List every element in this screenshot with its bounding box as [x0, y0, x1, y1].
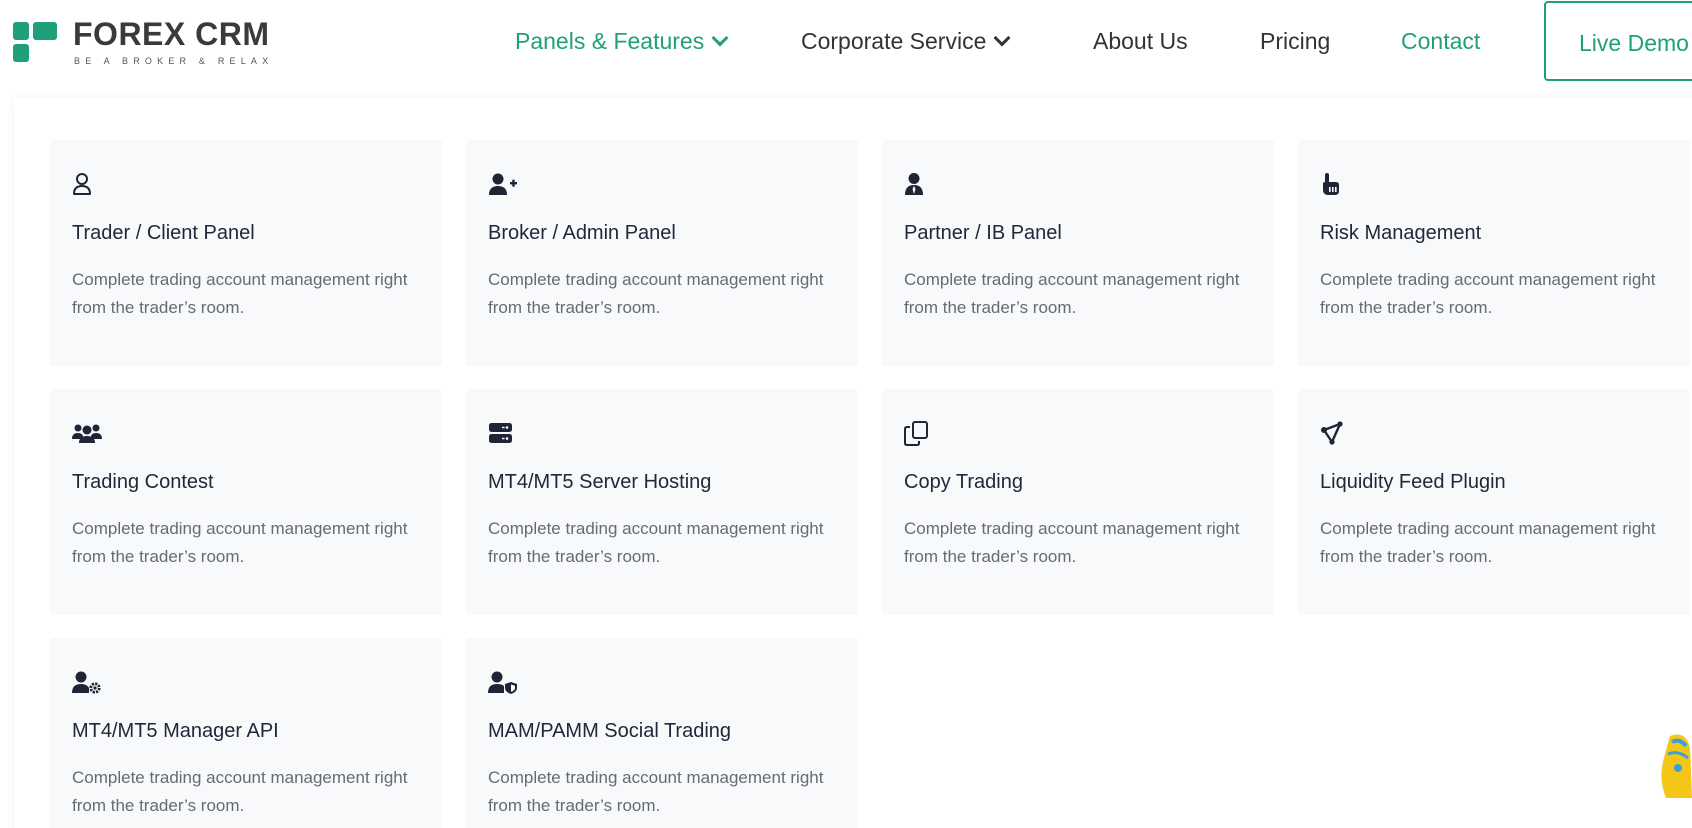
nav-item-label: Corporate Service: [801, 28, 987, 54]
feature-card-mt4-mt5-manager-api[interactable]: MT4/MT5 Manager API Complete trading acc…: [50, 638, 442, 828]
feature-description: Complete trading account management righ…: [72, 519, 408, 566]
feature-title: Copy Trading: [904, 471, 1023, 493]
nav-item-panels-features[interactable]: Panels & Features: [515, 28, 729, 55]
nav-item-pricing[interactable]: Pricing: [1260, 28, 1330, 55]
feature-title: Liquidity Feed Plugin: [1320, 471, 1506, 493]
feature-title: Trader / Client Panel: [72, 222, 255, 244]
chat-widget-mascot-icon[interactable]: [1656, 728, 1692, 798]
feature-description: Complete trading account management righ…: [488, 270, 824, 317]
feature-card-broker-admin-panel[interactable]: Broker / Admin Panel Complete trading ac…: [466, 140, 858, 366]
feature-description: Complete trading account management righ…: [72, 270, 408, 317]
user-outline-icon: [72, 172, 98, 198]
nav-item-label: Contact: [1401, 28, 1481, 54]
nav-item-label: Pricing: [1260, 28, 1331, 54]
feature-description: Complete trading account management righ…: [1320, 270, 1656, 317]
user-shield-icon: [488, 670, 517, 696]
feature-description: Complete trading account management righ…: [1320, 519, 1656, 566]
copy-icon: [904, 421, 930, 447]
hand-pointer-icon: [1320, 172, 1346, 198]
feature-description: Complete trading account management righ…: [904, 519, 1240, 566]
feature-description: Complete trading account management righ…: [72, 768, 408, 815]
user-tie-icon: [904, 172, 930, 198]
user-gear-icon: [72, 670, 101, 696]
site-header: FOREX CRM BE A BROKER & RELAX Panels & F…: [0, 0, 1692, 86]
chevron-down-icon: [993, 29, 1011, 47]
feature-card-partner-ib-panel[interactable]: Partner / IB Panel Complete trading acco…: [882, 140, 1274, 366]
feature-card-liquidity-feed-plugin[interactable]: Liquidity Feed Plugin Complete trading a…: [1298, 389, 1690, 615]
feature-title: MT4/MT5 Server Hosting: [488, 471, 712, 493]
features-dropdown-panel: Trader / Client Panel Complete trading a…: [14, 98, 1692, 828]
feature-title: Broker / Admin Panel: [488, 222, 676, 244]
nav-item-corporate-service[interactable]: Corporate Service: [801, 28, 1011, 55]
feature-description: Complete trading account management righ…: [488, 768, 824, 815]
feature-card-trading-contest[interactable]: Trading Contest Complete trading account…: [50, 389, 442, 615]
feature-card-risk-management[interactable]: Risk Management Complete trading account…: [1298, 140, 1690, 366]
feature-card-copy-trading[interactable]: Copy Trading Complete trading account ma…: [882, 389, 1274, 615]
feature-card-trader-client-panel[interactable]: Trader / Client Panel Complete trading a…: [50, 140, 442, 366]
users-group-icon: [72, 421, 102, 447]
live-demo-button[interactable]: Live Demo: [1544, 1, 1692, 81]
nav-item-contact[interactable]: Contact: [1401, 28, 1480, 55]
main-nav: Panels & Features Corporate Service Abou…: [0, 0, 1692, 86]
feature-title: Risk Management: [1320, 222, 1482, 244]
feature-title: MAM/PAMM Social Trading: [488, 720, 732, 742]
feature-title: Partner / IB Panel: [904, 222, 1062, 244]
server-icon: [488, 421, 514, 447]
feature-title: MT4/MT5 Manager API: [72, 720, 279, 742]
user-plus-icon: [488, 172, 517, 198]
feature-card-mt4-mt5-server-hosting[interactable]: MT4/MT5 Server Hosting Complete trading …: [466, 389, 858, 615]
feature-title: Trading Contest: [72, 471, 214, 493]
feature-card-mam-pamm-social-trading[interactable]: MAM/PAMM Social Trading Complete trading…: [466, 638, 858, 828]
share-nodes-icon: [1320, 421, 1346, 447]
nav-item-label: About Us: [1093, 28, 1188, 54]
feature-description: Complete trading account management righ…: [904, 270, 1240, 317]
nav-item-label: Panels & Features: [515, 28, 705, 54]
page: FOREX CRM BE A BROKER & RELAX Panels & F…: [0, 0, 1692, 828]
feature-description: Complete trading account management righ…: [488, 519, 824, 566]
nav-item-about-us[interactable]: About Us: [1093, 28, 1188, 55]
chevron-down-icon: [711, 29, 729, 47]
